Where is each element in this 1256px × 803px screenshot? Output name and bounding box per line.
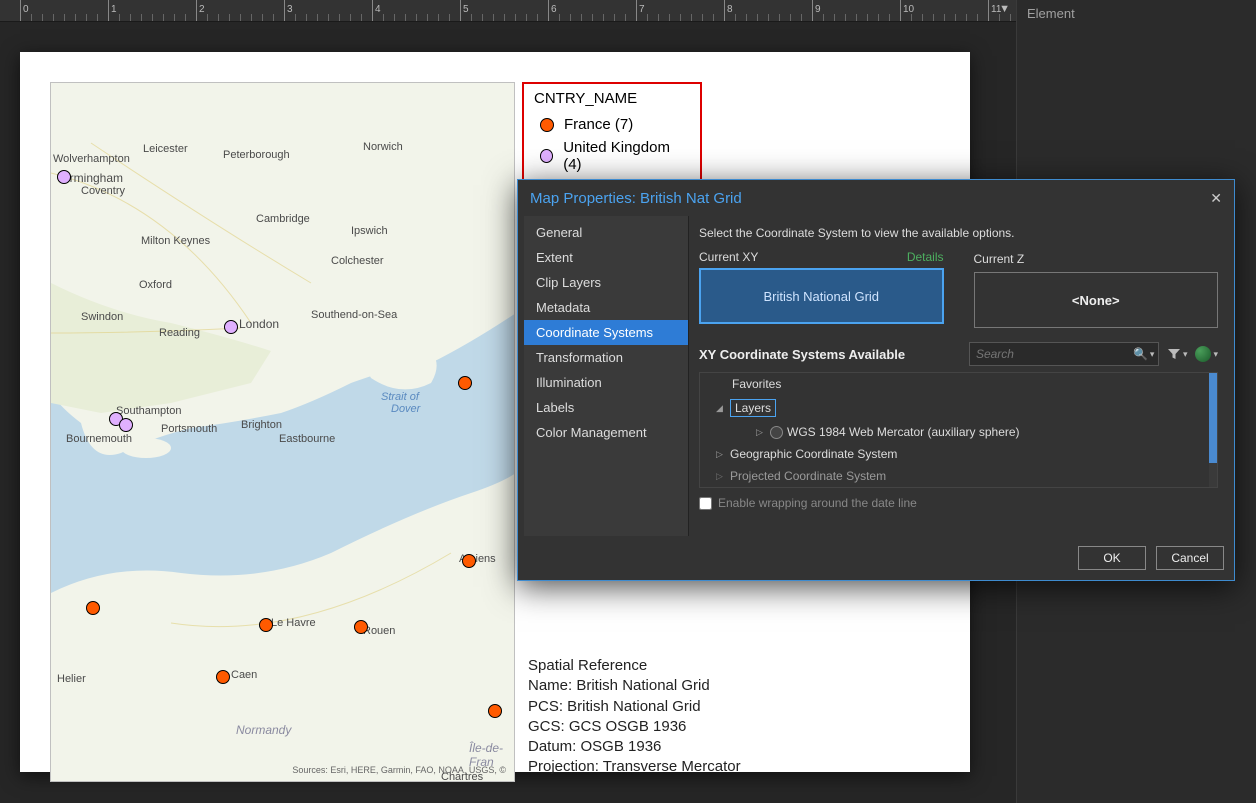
map-point-uk[interactable] — [57, 170, 71, 184]
spatref-line: Spatial Reference — [528, 656, 741, 676]
map-point-france[interactable] — [216, 670, 230, 684]
city-label: Ipswich — [351, 225, 388, 237]
map-point-france[interactable] — [488, 704, 502, 718]
spatref-line: Datum: OSGB 1936 — [528, 737, 741, 757]
nav-clip-layers[interactable]: Clip Layers — [524, 270, 688, 295]
dialog-titlebar[interactable]: Map Properties: British Nat Grid ✕ — [518, 180, 1234, 216]
city-label: Portsmouth — [161, 423, 217, 435]
city-label: Le Havre — [271, 617, 316, 629]
legend-label: United Kingdom (4) — [563, 139, 684, 173]
tree-layers[interactable]: ◢ Layers — [700, 395, 1217, 421]
legend-item: United Kingdom (4) — [534, 136, 690, 176]
map-frame[interactable]: Wolverhampton Birmingham Coventry Leices… — [50, 82, 515, 782]
spatref-line: Projection: Transverse Mercator — [528, 757, 741, 777]
spatial-reference-text[interactable]: Spatial Reference Name: British National… — [528, 656, 741, 778]
nav-labels[interactable]: Labels — [524, 395, 688, 420]
city-label: Norwich — [363, 141, 403, 153]
map-point-uk[interactable] — [224, 320, 238, 334]
map-point-france[interactable] — [462, 554, 476, 568]
wrap-dateline-label: Enable wrapping around the date line — [718, 496, 917, 510]
details-link[interactable]: Details — [907, 250, 944, 264]
cancel-button[interactable]: Cancel — [1156, 546, 1224, 570]
dialog-footer: OK Cancel — [518, 536, 1234, 580]
spatref-line: Name: British National Grid — [528, 676, 741, 696]
map-point-france[interactable] — [259, 618, 273, 632]
city-label: Wolverhampton — [53, 153, 130, 165]
search-input-wrapper[interactable]: 🔍 ▾ — [969, 342, 1159, 366]
map-point-uk[interactable] — [119, 418, 133, 432]
current-z-value: <None> — [1072, 293, 1120, 308]
city-label: London — [239, 317, 279, 331]
dialog-title-text: Map Properties: British Nat Grid — [530, 190, 742, 207]
current-xy-value: British National Grid — [763, 289, 879, 304]
city-label: Caen — [231, 669, 257, 681]
legend-item: France (7) — [534, 113, 690, 136]
region-label: Normandy — [236, 723, 291, 737]
nav-illumination[interactable]: Illumination — [524, 370, 688, 395]
dialog-nav: General Extent Clip Layers Metadata Coor… — [524, 216, 688, 536]
current-z-box[interactable]: <None> — [974, 272, 1219, 328]
legend[interactable]: CNTRY_NAME France (7) United Kingdom (4) — [522, 82, 702, 188]
spatref-line: PCS: British National Grid — [528, 697, 741, 717]
city-label: Coventry — [81, 185, 125, 197]
ruler[interactable]: ▼ 01234567891011 — [0, 0, 1016, 22]
globe-icon — [770, 426, 783, 439]
search-input[interactable] — [976, 347, 1133, 361]
ok-button[interactable]: OK — [1078, 546, 1146, 570]
legend-label: France (7) — [564, 116, 633, 133]
city-label: Southampton — [116, 405, 181, 417]
map-point-france[interactable] — [354, 620, 368, 634]
city-label: Milton Keynes — [141, 235, 210, 247]
spatref-line: GCS: GCS OSGB 1936 — [528, 717, 741, 737]
map-properties-dialog: Map Properties: British Nat Grid ✕ Gener… — [517, 179, 1235, 581]
nav-transformation[interactable]: Transformation — [524, 345, 688, 370]
map-point-france[interactable] — [458, 376, 472, 390]
city-label: Colchester — [331, 255, 384, 267]
dialog-hint: Select the Coordinate System to view the… — [699, 226, 1218, 240]
tree-scrollbar[interactable] — [1209, 373, 1217, 487]
current-xy-label: Current XY — [699, 250, 758, 264]
water-label: Strait of — [381, 391, 419, 403]
water-label: Dover — [391, 403, 420, 415]
city-label: Leicester — [143, 143, 188, 155]
nav-color-management[interactable]: Color Management — [524, 420, 688, 445]
city-label: Brighton — [241, 419, 282, 431]
map-sources: Sources: Esri, HERE, Garmin, FAO, NOAA, … — [292, 765, 506, 775]
wrap-dateline-row[interactable]: Enable wrapping around the date line — [699, 496, 1218, 510]
city-label: Reading — [159, 327, 200, 339]
filter-icon[interactable]: ▾ — [1167, 347, 1188, 361]
legend-symbol-france — [540, 118, 554, 132]
wrap-dateline-checkbox[interactable] — [699, 497, 712, 510]
nav-extent[interactable]: Extent — [524, 245, 688, 270]
tree-wgs1984[interactable]: ▷ WGS 1984 Web Mercator (auxiliary spher… — [700, 421, 1217, 443]
current-xy-box[interactable]: British National Grid — [699, 268, 944, 324]
nav-general[interactable]: General — [524, 220, 688, 245]
tree-gcs[interactable]: ▷ Geographic Coordinate System — [700, 443, 1217, 465]
city-label: Cambridge — [256, 213, 310, 225]
tree-favorites[interactable]: Favorites — [700, 373, 1217, 395]
city-label: Eastbourne — [279, 433, 335, 445]
nav-metadata[interactable]: Metadata — [524, 295, 688, 320]
city-label: Swindon — [81, 311, 123, 323]
map-point-france[interactable] — [86, 601, 100, 615]
chevron-down-icon[interactable]: ▾ — [1150, 349, 1155, 360]
coordinate-system-tree[interactable]: Favorites ◢ Layers ▷ WGS 1984 Web Mercat… — [699, 372, 1218, 488]
element-panel-title: Element — [1017, 0, 1256, 27]
city-label: Bournemouth — [66, 433, 132, 445]
available-label: XY Coordinate Systems Available — [699, 347, 961, 362]
search-icon[interactable]: 🔍 — [1133, 347, 1148, 361]
legend-symbol-uk — [540, 149, 553, 163]
globe-add-icon[interactable]: ▾ — [1195, 346, 1218, 362]
city-label: Helier — [57, 673, 86, 685]
city-label: Oxford — [139, 279, 172, 291]
scrollbar-thumb[interactable] — [1209, 373, 1217, 463]
city-label: Peterborough — [223, 149, 290, 161]
dialog-content: Select the Coordinate System to view the… — [688, 216, 1228, 536]
tree-pcs[interactable]: ▷ Projected Coordinate System — [700, 465, 1217, 487]
city-label: Southend-on-Sea — [311, 309, 397, 321]
current-z-label: Current Z — [974, 252, 1025, 266]
close-icon[interactable]: ✕ — [1210, 190, 1222, 207]
legend-title: CNTRY_NAME — [534, 90, 690, 107]
nav-coordinate-systems[interactable]: Coordinate Systems — [524, 320, 688, 345]
